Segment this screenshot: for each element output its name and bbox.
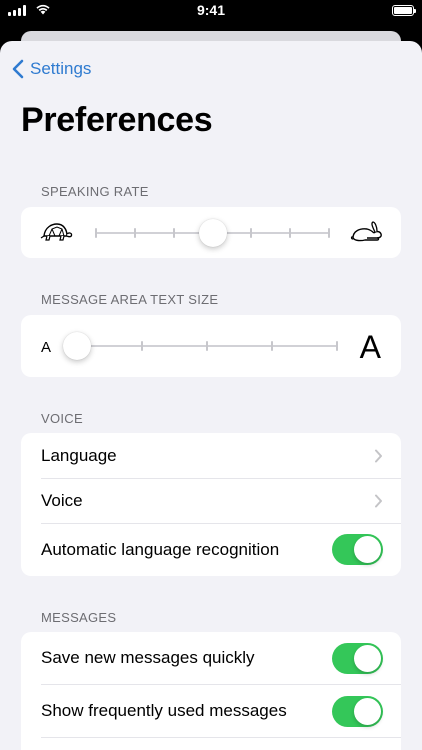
- messages-header: MESSAGES: [41, 610, 117, 625]
- save-messages-toggle[interactable]: [332, 642, 383, 674]
- preferences-sheet: Settings Preferences SPEAKING RATE MESSA…: [0, 41, 422, 750]
- slider-tick: [206, 341, 208, 351]
- slider-tick: [172, 228, 175, 238]
- slider-tick: [289, 228, 292, 238]
- status-bar: 9:41: [0, 0, 422, 22]
- save-messages-row: Save new messages quickly: [21, 632, 401, 684]
- text-size-slider-thumb[interactable]: [63, 332, 91, 360]
- language-row[interactable]: Language: [21, 433, 401, 479]
- slider-tick: [95, 228, 97, 238]
- slider-tick: [250, 228, 253, 238]
- status-time: 9:41: [196, 2, 226, 18]
- save-messages-label: Save new messages quickly: [41, 648, 255, 667]
- back-button[interactable]: Settings: [12, 59, 91, 79]
- voice-header: VOICE: [41, 411, 83, 426]
- text-size-slider[interactable]: [76, 341, 338, 351]
- auto-language-label: Automatic language recognition: [41, 539, 280, 559]
- chevron-right-icon: [375, 449, 382, 463]
- battery-icon: [392, 5, 416, 16]
- chevron-left-icon: [12, 59, 24, 79]
- language-row-label: Language: [41, 446, 117, 465]
- page-title: Preferences: [21, 101, 213, 139]
- frequent-messages-label: Show frequently used messages: [41, 701, 287, 720]
- speaking-rate-card: [21, 207, 401, 258]
- slider-tick: [328, 228, 330, 238]
- large-text-size-label: A: [359, 329, 381, 365]
- speaking-rate-slider-thumb[interactable]: [198, 219, 227, 247]
- voice-row-label: Voice: [41, 491, 83, 510]
- slider-tick: [133, 228, 136, 238]
- back-button-label: Settings: [30, 59, 92, 78]
- turtle-icon: [40, 223, 73, 241]
- text-size-header: MESSAGE AREA TEXT SIZE: [41, 292, 219, 307]
- slider-tick: [271, 341, 273, 351]
- small-text-size-label: A: [41, 339, 52, 356]
- slider-tick: [141, 341, 143, 351]
- auto-language-row: Automatic language recognition: [21, 523, 401, 576]
- speaking-rate-header: SPEAKING RATE: [41, 184, 149, 199]
- voice-row[interactable]: Voice: [21, 478, 401, 524]
- auto-language-toggle[interactable]: [332, 534, 383, 565]
- voice-card: Language Voice Automatic language recogn…: [21, 433, 401, 576]
- rabbit-icon: [350, 221, 382, 242]
- text-size-card: A A: [21, 315, 401, 377]
- messages-card: Save new messages quickly Show frequentl…: [21, 632, 401, 750]
- slider-tick: [336, 341, 338, 351]
- chevron-right-icon: [375, 494, 382, 508]
- frequent-messages-toggle[interactable]: [332, 695, 383, 727]
- row-divider: [41, 737, 401, 738]
- frequent-messages-row: Show frequently used messages: [21, 685, 401, 737]
